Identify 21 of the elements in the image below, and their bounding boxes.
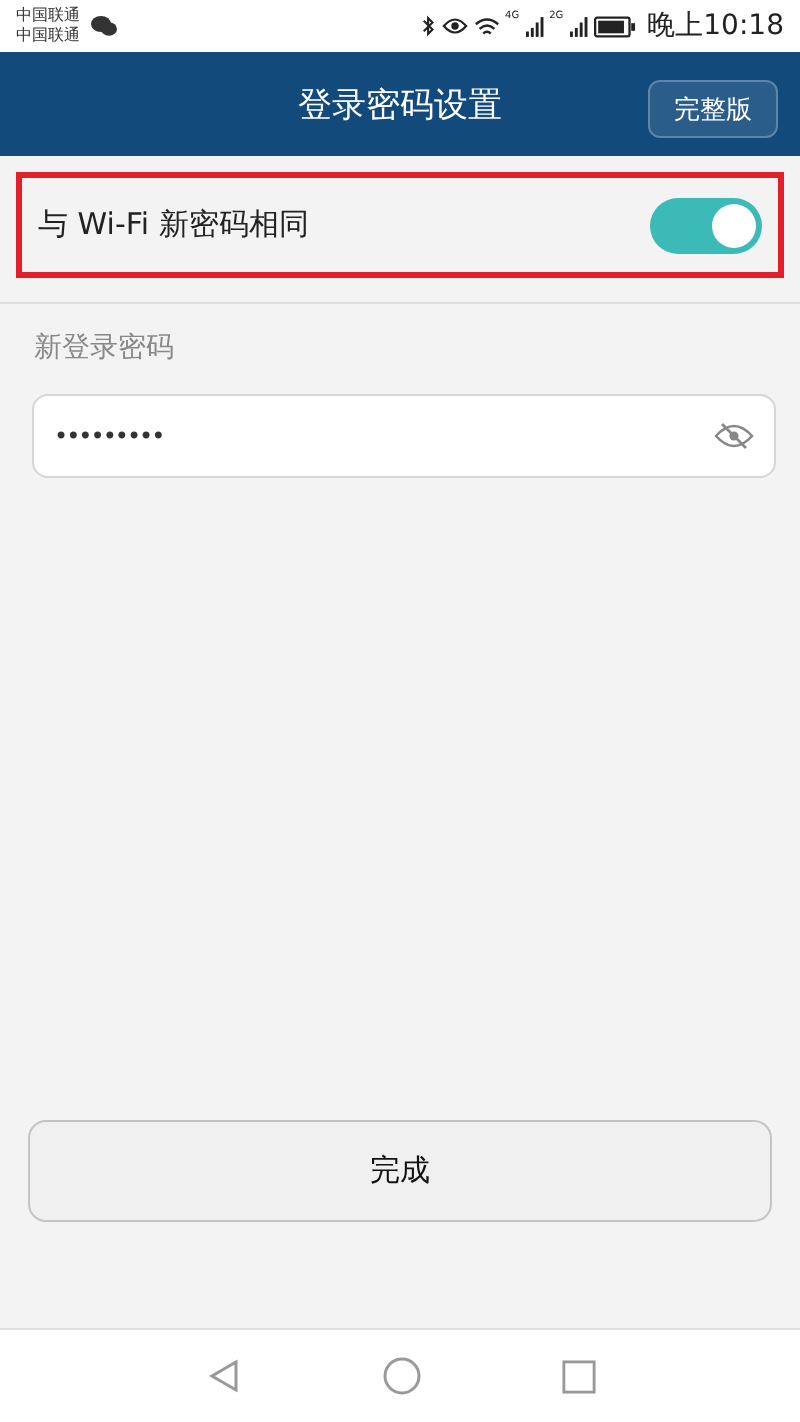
eye-icon — [441, 16, 468, 36]
carrier-name: 中国联通 — [16, 6, 80, 26]
carrier-name: 中国联通 — [16, 26, 80, 46]
password-field[interactable]: ••••••••• — [32, 394, 776, 478]
wifi-icon — [473, 15, 500, 37]
chat-bubbles-icon — [90, 14, 118, 38]
battery-icon — [593, 15, 636, 37]
clock-time: 晚上10:18 — [647, 8, 784, 44]
toggle-switch[interactable] — [650, 197, 762, 253]
full-version-button[interactable]: 完整版 — [648, 80, 778, 138]
back-icon[interactable] — [205, 1358, 241, 1394]
recents-icon[interactable] — [561, 1359, 595, 1393]
signal-icon — [525, 15, 544, 37]
done-button[interactable]: 完成 — [28, 1120, 772, 1222]
bluetooth-icon — [421, 14, 436, 38]
home-icon[interactable] — [381, 1356, 421, 1396]
toggle-label: 与 Wi-Fi 新密码相同 — [38, 206, 309, 244]
field-label: 新登录密码 — [34, 330, 174, 366]
visibility-icon[interactable] — [714, 422, 754, 450]
page-title: 登录密码设置 — [298, 83, 502, 127]
signal-icon — [569, 15, 588, 37]
